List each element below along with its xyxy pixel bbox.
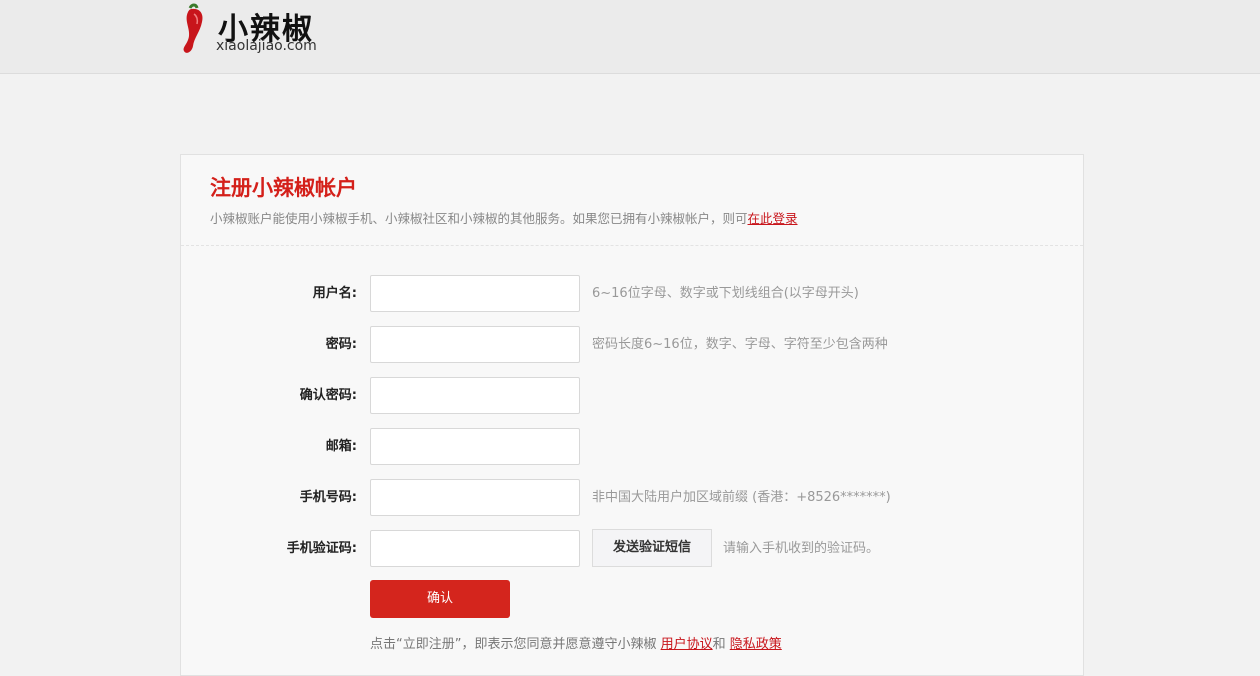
agreement-notice: 点击“立即注册”，即表示您同意并愿意遵守小辣椒 用户协议和 隐私政策 <box>370 633 782 652</box>
page-title: 注册小辣椒帐户 <box>210 176 357 200</box>
username-input[interactable] <box>370 275 580 312</box>
user-agreement-link[interactable]: 用户协议 <box>661 637 713 652</box>
sms-code-row: 手机验证码: 发送验证短信 请输入手机收到的验证码。 <box>181 529 1083 569</box>
password-label: 密码: <box>325 337 357 352</box>
phone-hint: 非中国大陆用户加区域前缀 (香港：+8526*******) <box>592 490 891 505</box>
confirm-password-input[interactable] <box>370 377 580 414</box>
panel-header: 注册小辣椒帐户 小辣椒账户能使用小辣椒手机、小辣椒社区和小辣椒的其他服务。如果您… <box>181 155 1083 246</box>
email-input[interactable] <box>370 428 580 465</box>
phone-row: 手机号码: 非中国大陆用户加区域前缀 (香港：+8526*******) <box>181 478 1083 518</box>
password-hint: 密码长度6~16位，数字、字母、字符至少包含两种 <box>592 337 888 352</box>
phone-input[interactable] <box>370 479 580 516</box>
site-logo[interactable]: 小辣椒 xiaolajiao.com <box>180 2 340 58</box>
register-panel: 注册小辣椒帐户 小辣椒账户能使用小辣椒手机、小辣椒社区和小辣椒的其他服务。如果您… <box>180 154 1084 676</box>
confirm-button[interactable]: 确认 <box>370 580 510 618</box>
agreement-middle: 和 <box>712 637 730 652</box>
logo-domain-text: xiaolajiao.com <box>216 38 317 54</box>
description-text: 小辣椒账户能使用小辣椒手机、小辣椒社区和小辣椒的其他服务。如果您已拥有小辣椒帐户… <box>210 211 748 226</box>
send-sms-button[interactable]: 发送验证短信 <box>592 529 712 567</box>
password-row: 密码: 密码长度6~16位，数字、字母、字符至少包含两种 <box>181 325 1083 365</box>
agreement-prefix: 点击“立即注册”，即表示您同意并愿意遵守小辣椒 <box>370 637 661 652</box>
username-row: 用户名: 6~16位字母、数字或下划线组合(以字母开头) <box>181 274 1083 314</box>
sms-code-input[interactable] <box>370 530 580 567</box>
chili-pepper-icon <box>183 3 203 53</box>
top-header: 小辣椒 xiaolajiao.com <box>0 0 1260 74</box>
phone-label: 手机号码: <box>299 490 357 505</box>
sms-code-label: 手机验证码: <box>286 541 357 556</box>
email-row: 邮箱: <box>181 427 1083 467</box>
username-hint: 6~16位字母、数字或下划线组合(以字母开头) <box>592 286 859 301</box>
sms-code-hint: 请输入手机收到的验证码。 <box>723 541 880 556</box>
email-label: 邮箱: <box>325 439 357 454</box>
privacy-policy-link[interactable]: 隐私政策 <box>730 637 782 652</box>
username-label: 用户名: <box>312 286 357 301</box>
confirm-password-label: 确认密码: <box>299 388 357 403</box>
password-input[interactable] <box>370 326 580 363</box>
panel-description: 小辣椒账户能使用小辣椒手机、小辣椒社区和小辣椒的其他服务。如果您已拥有小辣椒帐户… <box>210 208 798 227</box>
confirm-password-row: 确认密码: <box>181 376 1083 416</box>
login-link[interactable]: 在此登录 <box>748 211 798 226</box>
